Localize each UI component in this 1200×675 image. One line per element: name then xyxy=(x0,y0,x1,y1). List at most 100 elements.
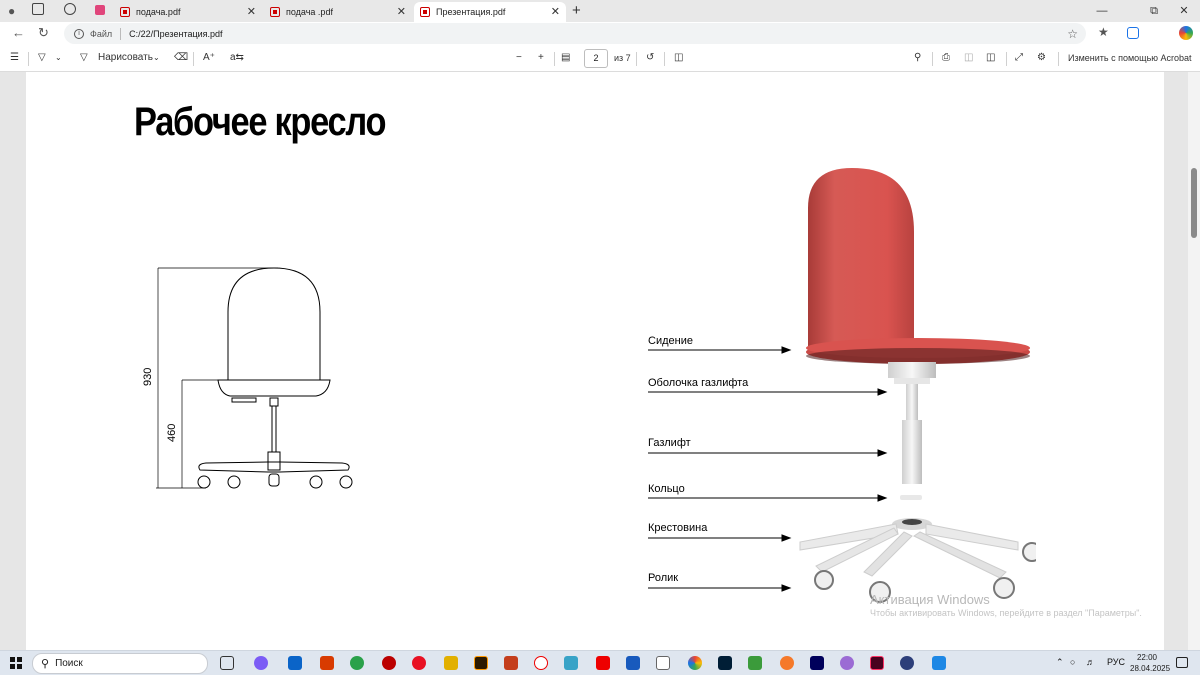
app-icon-purple[interactable] xyxy=(840,656,854,670)
task-view-icon[interactable] xyxy=(220,656,234,670)
page-title: Рабочее кресло xyxy=(134,100,387,144)
scrollbar-thumb[interactable] xyxy=(1191,168,1197,238)
reload-icon[interactable]: ↻ xyxy=(38,25,49,41)
pdf-page: Рабочее кресло 930 460 Сидение Оболочка … xyxy=(26,72,1164,650)
part-label-base: Крестовина xyxy=(648,522,708,534)
pdf-icon xyxy=(420,7,430,17)
highlight-icon[interactable]: ▽ xyxy=(38,51,46,65)
edge-icon[interactable] xyxy=(350,656,364,670)
minimize-icon[interactable]: — xyxy=(1088,2,1116,20)
blender-icon[interactable] xyxy=(780,656,794,670)
pdf-viewer: Рабочее кресло 930 460 Сидение Оболочка … xyxy=(0,72,1200,650)
word-icon[interactable] xyxy=(626,656,640,670)
tab-podacha-2[interactable]: подача .pdf ✕ xyxy=(264,2,412,22)
copilot-icon[interactable] xyxy=(1179,26,1193,40)
taskbar-search-placeholder: Поиск xyxy=(55,658,83,669)
tab-title: Презентация.pdf xyxy=(436,7,506,17)
part-label-caster: Ролик xyxy=(648,572,679,584)
chevron-up-icon[interactable]: ⌃ xyxy=(1056,657,1064,668)
print-icon[interactable]: ⎙ xyxy=(942,51,950,65)
tab-podacha[interactable]: подача.pdf ✕ xyxy=(114,2,262,22)
fullscreen-icon[interactable]: ⤢ xyxy=(1015,51,1023,65)
close-icon[interactable]: ✕ xyxy=(397,5,406,18)
photos-icon[interactable] xyxy=(932,656,946,670)
clock[interactable]: 22:00 28.04.2025 xyxy=(1130,652,1170,674)
url-box[interactable]: i Файл C:/22/Презентация.pdf ☆ xyxy=(64,23,1086,44)
part-label-ring: Кольцо xyxy=(648,483,685,495)
workspaces-icon[interactable] xyxy=(32,3,44,15)
read-aloud-icon[interactable]: A⁺ xyxy=(203,51,215,65)
chevron-down-icon[interactable]: ⌄ xyxy=(153,51,160,65)
app-icon-autodesk[interactable] xyxy=(382,656,396,670)
app-icon-red[interactable] xyxy=(320,656,334,670)
zoom-in-icon[interactable]: + xyxy=(538,51,544,65)
part-label-gas-lift-shell: Оболочка газлифта xyxy=(648,377,749,389)
tab-strip: ● подача.pdf ✕ подача .pdf ✕ Презентация… xyxy=(0,0,1200,22)
after-effects-icon[interactable] xyxy=(810,656,824,670)
pdf-icon xyxy=(120,7,130,17)
contents-icon[interactable]: ☰ xyxy=(10,51,19,65)
yandex-icon[interactable] xyxy=(596,656,610,670)
draw-button[interactable]: Нарисовать xyxy=(98,51,153,65)
star-icon[interactable]: ☆ xyxy=(1067,27,1078,41)
close-icon[interactable]: ✕ xyxy=(551,5,560,18)
page-view-icon[interactable]: ◫ xyxy=(674,51,683,65)
chair-technical-drawing xyxy=(156,267,353,489)
app-icon-green[interactable] xyxy=(748,656,762,670)
indesign-icon[interactable] xyxy=(870,656,884,670)
eraser-icon[interactable]: ⌫ xyxy=(174,51,188,65)
back-icon[interactable]: ← xyxy=(12,25,25,40)
globe-icon[interactable] xyxy=(64,3,76,15)
page-count: из 7 xyxy=(614,53,631,63)
volume-icon[interactable]: ♬ xyxy=(1086,657,1095,667)
windows-start-icon[interactable] xyxy=(10,657,22,669)
taskbar-search[interactable]: ⚲ Поиск xyxy=(32,653,208,674)
store-icon[interactable] xyxy=(564,656,578,670)
page-number-input[interactable]: 2 xyxy=(584,49,608,68)
tab-title: подача .pdf xyxy=(286,7,333,17)
wifi-icon[interactable]: ○ xyxy=(1070,657,1075,667)
rotate-icon[interactable]: ↺ xyxy=(646,51,654,65)
app-icon-obs[interactable] xyxy=(900,656,914,670)
address-bar: ← ↻ i Файл C:/22/Презентация.pdf ☆ ★ xyxy=(0,22,1200,46)
language-indicator[interactable]: РУС xyxy=(1107,657,1125,667)
fit-page-icon[interactable]: ▤ xyxy=(561,51,570,65)
profile-icon[interactable]: ● xyxy=(8,4,15,18)
edit-with-acrobat-button[interactable]: Изменить с помощью Acrobat xyxy=(1068,51,1192,65)
seat-height-dimension: 460 xyxy=(166,423,178,442)
favorites-icon[interactable]: ★ xyxy=(1098,25,1109,39)
save-as-icon[interactable]: ◫ xyxy=(986,51,995,65)
translate-icon[interactable]: a⇆ xyxy=(230,51,244,65)
close-icon[interactable]: ✕ xyxy=(247,5,256,18)
photoshop-icon[interactable] xyxy=(718,656,732,670)
powerpoint-icon[interactable] xyxy=(504,656,518,670)
url-text[interactable]: C:/22/Презентация.pdf xyxy=(129,29,222,39)
chevron-down-icon[interactable]: ⌄ xyxy=(55,51,62,65)
pdf-icon xyxy=(270,7,280,17)
app-icon-alice[interactable] xyxy=(254,656,268,670)
file-explorer-icon[interactable] xyxy=(444,656,458,670)
info-icon[interactable]: i xyxy=(74,28,84,39)
pinned-tab-icon[interactable] xyxy=(95,5,105,15)
plus-icon[interactable]: + xyxy=(572,2,581,19)
clock-time: 22:00 xyxy=(1136,653,1158,662)
tab-title: подача.pdf xyxy=(136,7,181,17)
save-icon[interactable]: ◫ xyxy=(964,51,973,65)
window-close-icon[interactable]: ✕ xyxy=(1170,2,1198,20)
outlook-icon[interactable] xyxy=(288,656,302,670)
illustrator-icon[interactable] xyxy=(474,656,488,670)
gear-icon[interactable]: ⚙ xyxy=(1037,51,1046,65)
draw-icon[interactable]: ▽ xyxy=(80,51,88,65)
extensions-icon[interactable] xyxy=(1127,27,1139,39)
yandex-browser-icon[interactable] xyxy=(534,656,548,670)
tab-prezentatsiya[interactable]: Презентация.pdf ✕ xyxy=(414,2,566,22)
zoom-out-icon[interactable]: − xyxy=(516,51,522,65)
search-icon[interactable]: ⚲ xyxy=(914,51,921,65)
document-icon[interactable] xyxy=(656,656,670,670)
scrollbar[interactable] xyxy=(1188,72,1200,650)
url-scheme: Файл xyxy=(90,28,113,39)
opera-icon[interactable] xyxy=(412,656,426,670)
restore-icon[interactable]: ⧉ xyxy=(1140,2,1168,20)
notifications-icon[interactable] xyxy=(1176,657,1188,668)
chrome-icon[interactable] xyxy=(688,656,702,670)
